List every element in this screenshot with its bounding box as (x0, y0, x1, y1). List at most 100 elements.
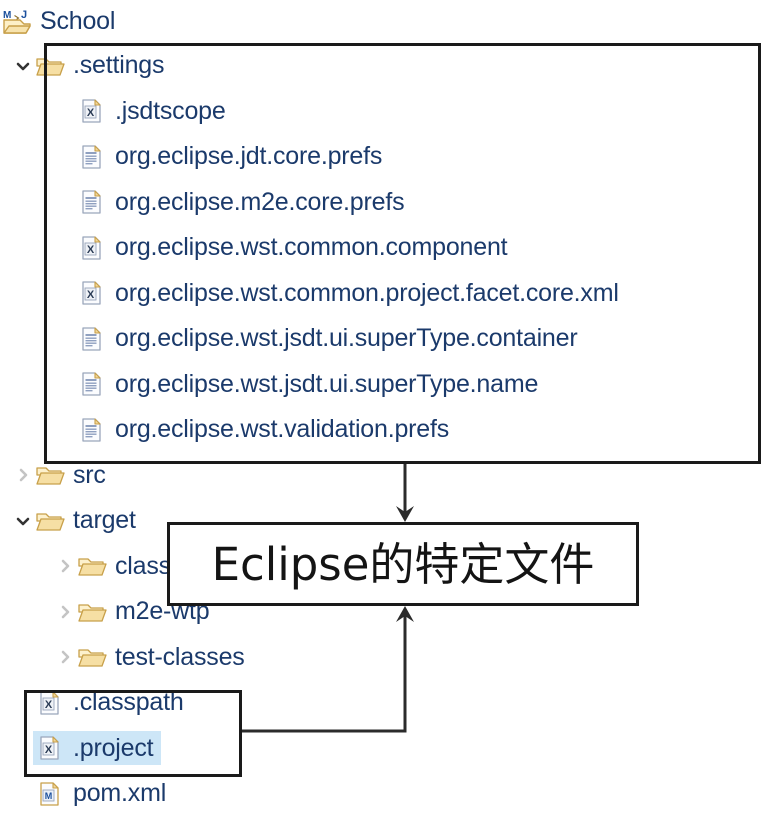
tree-row[interactable]: X .jsdtscope (0, 89, 765, 135)
tree-item-label: test-classes (115, 642, 245, 671)
chevron-down-icon[interactable] (13, 511, 33, 531)
indent-spacer (0, 338, 55, 339)
svg-text:X: X (45, 744, 53, 756)
tree-row[interactable]: X .project (0, 726, 765, 772)
svg-text:X: X (45, 699, 53, 711)
tree-item-label: .project (73, 733, 154, 762)
tree-item-label: org.eclipse.wst.jsdt.ui.superType.name (115, 369, 539, 398)
twisty-placeholder (55, 374, 75, 394)
indent-spacer (0, 247, 55, 248)
chevron-right-icon[interactable] (13, 465, 33, 485)
tree-item-label: org.eclipse.wst.jsdt.ui.superType.contai… (115, 324, 578, 353)
tree-row[interactable]: org.eclipse.wst.jsdt.ui.superType.contai… (0, 316, 765, 362)
chevron-right-icon[interactable] (55, 602, 75, 622)
tree-item[interactable]: src (33, 458, 114, 492)
tree-item[interactable]: target (33, 504, 144, 538)
tree-item-label: pom.xml (73, 779, 167, 808)
tree-row[interactable]: org.eclipse.m2e.core.prefs (0, 180, 765, 226)
twisty-placeholder (55, 420, 75, 440)
indent-spacer (0, 156, 55, 157)
twisty-placeholder (13, 693, 33, 713)
annotation-label: Eclipse的特定文件 (211, 537, 595, 591)
tree-row[interactable]: src (0, 453, 765, 499)
twisty-placeholder (55, 329, 75, 349)
tree-item[interactable]: org.eclipse.wst.jsdt.ui.superType.contai… (75, 322, 585, 356)
indent-spacer (0, 520, 13, 521)
folder-open-icon (77, 551, 107, 581)
indent-spacer (0, 293, 55, 294)
folder-open-icon (35, 506, 65, 536)
twisty-placeholder (55, 147, 75, 167)
svg-text:X: X (87, 244, 95, 256)
indent-spacer (0, 793, 13, 794)
tree-item-label: org.eclipse.wst.common.project.facet.cor… (115, 278, 619, 307)
tree-item-label: org.eclipse.wst.validation.prefs (115, 415, 450, 444)
tree-item[interactable]: Mpom.xml (33, 777, 174, 811)
tree-item-label: .classpath (73, 688, 184, 717)
tree-row[interactable]: X .classpath (0, 680, 765, 726)
tree-row[interactable]: org.eclipse.wst.jsdt.ui.superType.name (0, 362, 765, 408)
chevron-down-icon[interactable] (13, 56, 33, 76)
tree-item-label: org.eclipse.m2e.core.prefs (115, 187, 405, 216)
folder-open-icon (35, 51, 65, 81)
indent-spacer (0, 566, 55, 567)
tree-item[interactable]: test-classes (75, 640, 253, 674)
prefs-file-icon (77, 142, 107, 172)
tree-item[interactable]: org.eclipse.wst.validation.prefs (75, 413, 457, 447)
tree-item[interactable]: Xorg.eclipse.wst.common.project.facet.co… (75, 276, 627, 310)
prefs-file-icon (77, 324, 107, 354)
xml-file-icon: X (77, 233, 107, 263)
chevron-right-icon[interactable] (55, 647, 75, 667)
tree-item[interactable]: .settings (33, 49, 172, 83)
twisty-placeholder (13, 784, 33, 804)
tree-item[interactable]: org.eclipse.jdt.core.prefs (75, 140, 390, 174)
xml-file-icon: X (77, 96, 107, 126)
xml-file-icon: X (35, 733, 65, 763)
tree-row[interactable]: Mpom.xml (0, 771, 765, 817)
indent-spacer (0, 429, 55, 430)
tree-item-label: .jsdtscope (115, 96, 226, 125)
indent-spacer (0, 384, 55, 385)
twisty-placeholder (55, 101, 75, 121)
tree-row[interactable]: .settings (0, 43, 765, 89)
folder-open-icon (35, 460, 65, 490)
indent-spacer (0, 202, 55, 203)
indent-spacer (0, 748, 13, 749)
twisty-placeholder (13, 738, 33, 758)
folder-open-icon (77, 642, 107, 672)
tree-row[interactable]: Xorg.eclipse.wst.common.project.facet.co… (0, 271, 765, 317)
prefs-file-icon (77, 369, 107, 399)
tree-row[interactable]: org.eclipse.wst.validation.prefs (0, 407, 765, 453)
tree-item[interactable]: org.eclipse.wst.jsdt.ui.superType.name (75, 367, 546, 401)
tree-item-label: .settings (73, 51, 165, 80)
tree-item-label: org.eclipse.jdt.core.prefs (115, 142, 383, 171)
tree-row-root[interactable]: M J School (0, 0, 765, 43)
tree-root-label: School (40, 7, 116, 35)
indent-spacer (0, 702, 13, 703)
maven-pom-icon: M (35, 779, 65, 809)
maven-java-project-icon: M J (2, 7, 32, 37)
tree-item-label: org.eclipse.wst.common.component (115, 233, 508, 262)
annotation-callout: Eclipse的特定文件 (167, 522, 639, 606)
twisty-placeholder (55, 238, 75, 258)
tree-row[interactable]: test-classes (0, 635, 765, 681)
tree-item-label: src (73, 460, 106, 489)
indent-spacer (0, 657, 55, 658)
tree-rows-container: .settings X .jsdtscope org.eclipse.jdt.core… (0, 43, 765, 817)
tree-item-selected[interactable]: X .project (33, 731, 162, 766)
tree-item[interactable]: Xorg.eclipse.wst.common.component (75, 231, 515, 265)
prefs-file-icon (77, 187, 107, 217)
xml-file-icon: X (77, 278, 107, 308)
tree-item[interactable]: org.eclipse.m2e.core.prefs (75, 185, 412, 219)
indent-spacer (0, 111, 55, 112)
twisty-placeholder (55, 283, 75, 303)
xml-file-icon: X (35, 688, 65, 718)
project-explorer-tree: M J School .settings X .jsdtscope org.eclip… (0, 0, 765, 817)
tree-row[interactable]: org.eclipse.jdt.core.prefs (0, 134, 765, 180)
folder-open-icon (77, 597, 107, 627)
tree-item[interactable]: X .classpath (33, 686, 192, 720)
chevron-right-icon[interactable] (55, 556, 75, 576)
tree-item[interactable]: X .jsdtscope (75, 94, 234, 128)
tree-row[interactable]: Xorg.eclipse.wst.common.component (0, 225, 765, 271)
tree-item-label: target (73, 506, 136, 535)
